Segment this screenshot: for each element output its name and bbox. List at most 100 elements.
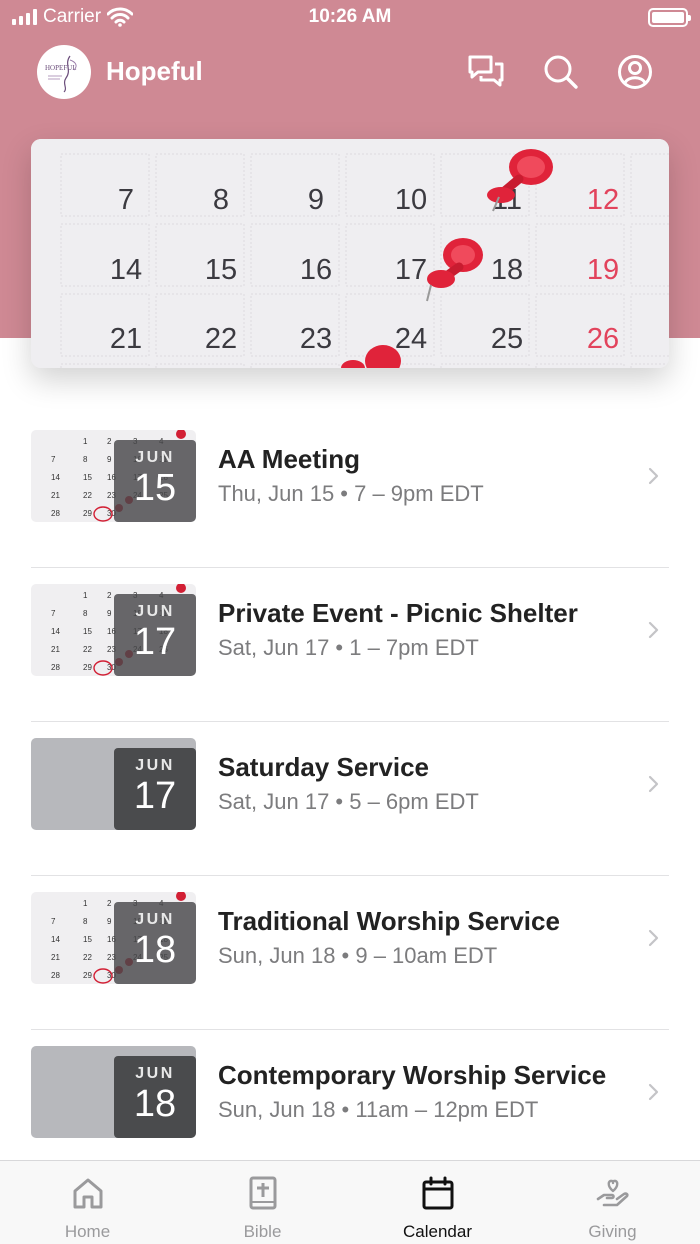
date-badge: JUN 15	[114, 440, 196, 522]
svg-text:7: 7	[51, 609, 56, 618]
date-badge-month: JUN	[135, 911, 175, 928]
hero-calendar-day: 12	[587, 184, 619, 216]
hero-calendar-day: 21	[110, 323, 142, 355]
tab-giving[interactable]: Giving	[525, 1161, 700, 1244]
svg-text:9: 9	[107, 455, 112, 464]
profile-icon	[618, 55, 652, 89]
date-badge-month: JUN	[135, 757, 175, 774]
tab-calendar-label: Calendar	[403, 1222, 472, 1241]
event-thumbnail: JUN 17	[31, 738, 196, 830]
date-badge-day: 17	[133, 775, 177, 817]
status-bar: Carrier 10:26 AM	[0, 0, 700, 36]
svg-text:15: 15	[83, 473, 92, 482]
chevron-right-icon	[648, 775, 659, 793]
hero-calendar-day: 7	[118, 184, 134, 216]
search-button[interactable]	[541, 52, 581, 92]
svg-text:28: 28	[51, 663, 60, 672]
svg-text:1: 1	[83, 437, 88, 446]
svg-text:14: 14	[51, 935, 60, 944]
date-badge: JUN 18	[114, 902, 196, 984]
hero-calendar-day: 26	[587, 323, 619, 355]
svg-text:2: 2	[107, 437, 112, 446]
hero-calendar-day: 15	[205, 254, 237, 286]
event-title: Saturday Service	[218, 752, 430, 782]
hero-calendar-day: 10	[395, 184, 427, 216]
svg-text:21: 21	[51, 491, 60, 500]
calendar-icon	[422, 1176, 454, 1210]
svg-text:14: 14	[51, 473, 60, 482]
svg-text:21: 21	[51, 953, 60, 962]
event-datetime: Thu, Jun 15 • 7 – 9pm EDT	[218, 481, 484, 506]
event-datetime: Sat, Jun 17 • 1 – 7pm EDT	[218, 635, 479, 660]
svg-text:8: 8	[83, 917, 88, 926]
date-badge-day: 15	[133, 467, 177, 509]
hero-calendar-day: 9	[308, 184, 324, 216]
svg-text:9: 9	[107, 609, 112, 618]
hero-calendar-day: 24	[395, 323, 427, 355]
giving-icon	[596, 1179, 629, 1207]
date-badge: JUN 17	[114, 748, 196, 830]
event-title: Private Event - Picnic Shelter	[218, 598, 578, 628]
date-badge-day: 18	[133, 1083, 177, 1125]
search-icon	[544, 55, 578, 89]
event-thumbnail: 1234789101114151617182122232425282930 JU…	[31, 892, 196, 984]
event-row[interactable]: 1234789101114151617182122232425282930 JU…	[0, 414, 700, 568]
svg-text:22: 22	[83, 953, 92, 962]
date-badge-day: 18	[133, 929, 177, 971]
event-thumbnail: 1234789101114151617182122232425282930 JU…	[31, 584, 196, 676]
svg-text:8: 8	[83, 609, 88, 618]
tab-home-label: Home	[64, 1222, 111, 1241]
profile-button[interactable]	[615, 52, 655, 92]
date-badge: JUN 17	[114, 594, 196, 676]
bible-icon	[249, 1176, 277, 1210]
tab-calendar[interactable]: Calendar	[350, 1161, 525, 1244]
svg-text:29: 29	[83, 509, 92, 518]
svg-text:7: 7	[51, 917, 56, 926]
svg-text:21: 21	[51, 645, 60, 654]
event-row[interactable]: 1234789101114151617182122232425282930 JU…	[0, 568, 700, 722]
hero-calendar-day: 16	[300, 254, 332, 286]
svg-text:15: 15	[83, 935, 92, 944]
event-title: AA Meeting	[218, 444, 361, 474]
battery-icon	[648, 8, 691, 27]
event-list: 1234789101114151617182122232425282930 JU…	[0, 414, 700, 1184]
svg-text:1: 1	[83, 591, 88, 600]
event-row[interactable]: JUN 17 Saturday Service Sat, Jun 17 • 5 …	[0, 722, 700, 876]
svg-text:29: 29	[83, 663, 92, 672]
date-badge-month: JUN	[135, 1065, 175, 1082]
tab-bible-label: Bible	[243, 1222, 282, 1241]
event-thumbnail: JUN 18	[31, 1046, 196, 1138]
event-title: Traditional Worship Service	[218, 906, 560, 936]
event-row[interactable]: 1234789101114151617182122232425282930 JU…	[0, 876, 700, 1030]
svg-text:15: 15	[83, 627, 92, 636]
home-icon	[73, 1178, 103, 1209]
date-badge-month: JUN	[135, 449, 175, 466]
chevron-right-icon	[648, 467, 659, 485]
hero-calendar-day: 8	[213, 184, 229, 216]
svg-text:28: 28	[51, 509, 60, 518]
hero-calendar-day: 17	[395, 254, 427, 286]
svg-text:22: 22	[83, 491, 92, 500]
messages-button[interactable]	[466, 52, 506, 92]
hero-calendar-day: 19	[587, 254, 619, 286]
chevron-right-icon	[648, 929, 659, 947]
svg-text:2: 2	[107, 899, 112, 908]
svg-text:29: 29	[83, 971, 92, 980]
svg-text:2: 2	[107, 591, 112, 600]
chat-icon	[468, 55, 504, 87]
event-datetime: Sun, Jun 18 • 9 – 10am EDT	[218, 943, 498, 968]
church-logo[interactable]: HOPEFUL	[37, 45, 91, 99]
event-datetime: Sat, Jun 17 • 5 – 6pm EDT	[218, 789, 479, 814]
logo-emblem-icon: HOPEFUL	[45, 55, 77, 93]
svg-text:22: 22	[83, 645, 92, 654]
svg-text:28: 28	[51, 971, 60, 980]
hero-calendar-day: 14	[110, 254, 142, 286]
tab-bible[interactable]: Bible	[175, 1161, 350, 1244]
app-header: HOPEFUL Hopeful	[0, 42, 700, 102]
svg-text:1: 1	[83, 899, 88, 908]
hero-calendar-day: 18	[491, 254, 523, 286]
tab-home[interactable]: Home	[0, 1161, 175, 1244]
hero-calendar-day: 23	[300, 323, 332, 355]
calendar-photo-illustration: 789101112141516171819212223242526	[31, 139, 669, 368]
tab-bar: Home Bible Calendar Giving	[0, 1160, 700, 1244]
